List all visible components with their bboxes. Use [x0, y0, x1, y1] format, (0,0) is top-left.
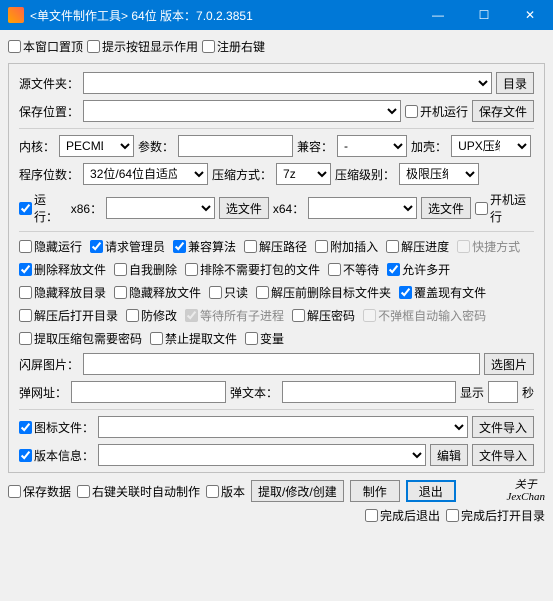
save-location-label: 保存位置：: [19, 103, 79, 120]
right-click-auto-check[interactable]: 右键关联时自动制作: [77, 483, 200, 500]
version-check[interactable]: 版本: [206, 483, 245, 500]
save-location-select[interactable]: [83, 100, 401, 122]
x86-select[interactable]: [106, 197, 215, 219]
allow-multi-check[interactable]: 允许多开: [387, 261, 450, 278]
program-bits-select[interactable]: 32位/64位自适应: [83, 163, 208, 185]
compat-label: 兼容：: [297, 138, 333, 155]
variable-check[interactable]: 变量: [245, 330, 284, 347]
icon-file-import-button[interactable]: 文件导入: [472, 416, 534, 438]
no-wait-check[interactable]: 不等待: [328, 261, 379, 278]
save-file-button[interactable]: 保存文件: [472, 100, 534, 122]
version-info-edit-button[interactable]: 编辑: [430, 444, 468, 466]
about-link[interactable]: 关于 JexChan: [507, 479, 545, 503]
pin-window-check[interactable]: 本窗口置顶: [8, 38, 83, 55]
run-autorun-check[interactable]: 开机运行: [475, 191, 534, 225]
version-info-check[interactable]: 版本信息：: [19, 447, 94, 464]
x64-select[interactable]: [308, 197, 417, 219]
popup-sec-label: 秒: [522, 384, 534, 401]
source-folder-select[interactable]: [83, 72, 492, 94]
wait-children-check: 等待所有子进程: [185, 307, 284, 324]
done-exit-check[interactable]: 完成后退出: [365, 507, 440, 524]
x64-select-file-button[interactable]: 选文件: [421, 197, 471, 219]
flash-input[interactable]: [83, 353, 480, 375]
version-info-select[interactable]: [98, 444, 426, 466]
popup-text-input[interactable]: [282, 381, 456, 403]
icon-file-check[interactable]: 图标文件：: [19, 419, 94, 436]
titlebar: <单文件制作工具> 64位 版本：7.0.2.3851 — ☐ ✕: [0, 0, 553, 30]
params-input[interactable]: [178, 135, 293, 157]
popup-url-label: 弹网址：: [19, 384, 67, 401]
readonly-check[interactable]: 只读: [209, 284, 248, 301]
popup-text-label: 弹文本：: [230, 384, 278, 401]
shell-label: 加壳：: [411, 138, 447, 155]
exclude-files-check[interactable]: 排除不需要打包的文件: [185, 261, 320, 278]
x64-label: x64：: [273, 200, 304, 217]
popup-show-label: 显示: [460, 384, 484, 401]
params-label: 参数：: [138, 138, 174, 155]
save-autorun-check[interactable]: 开机运行: [405, 103, 468, 120]
shell-select[interactable]: UPX压缩: [451, 135, 531, 157]
hide-release-file-check[interactable]: 隐藏释放文件: [114, 284, 201, 301]
unzip-path-check[interactable]: 解压路径: [244, 238, 307, 255]
compress-level-label: 压缩级别：: [335, 166, 395, 183]
exit-button[interactable]: 退出: [406, 480, 456, 502]
overwrite-existing-check[interactable]: 覆盖现有文件: [399, 284, 486, 301]
compress-mode-label: 压缩方式：: [212, 166, 272, 183]
request-admin-check[interactable]: 请求管理员: [90, 238, 165, 255]
run-check[interactable]: 运行：: [19, 191, 67, 225]
app-icon: [8, 7, 24, 23]
compat-algo-check[interactable]: 兼容算法: [173, 238, 236, 255]
popup-url-input[interactable]: [71, 381, 226, 403]
extract-need-pwd-check[interactable]: 提取压缩包需要密码: [19, 330, 142, 347]
forbid-extract-check[interactable]: 禁止提取文件: [150, 330, 237, 347]
compat-select[interactable]: -: [337, 135, 407, 157]
flash-select-img-button[interactable]: 选图片: [484, 353, 534, 375]
icon-file-select[interactable]: [98, 416, 468, 438]
version-info-import-button[interactable]: 文件导入: [472, 444, 534, 466]
no-popup-pwd-check: 不弹框自动输入密码: [363, 307, 486, 324]
source-folder-label: 源文件夹：: [19, 75, 79, 92]
compress-level-select[interactable]: 极限压缩: [399, 163, 479, 185]
x86-select-file-button[interactable]: 选文件: [219, 197, 269, 219]
x86-label: x86：: [71, 200, 102, 217]
hint-button-check[interactable]: 提示按钮显示作用: [87, 38, 198, 55]
make-button[interactable]: 制作: [350, 480, 400, 502]
maximize-button[interactable]: ☐: [461, 0, 507, 30]
window-title: <单文件制作工具> 64位 版本：7.0.2.3851: [30, 7, 415, 24]
options-group: 隐藏运行 请求管理员 兼容算法 解压路径 附加插入 解压进度 快捷方式 删除释放…: [19, 238, 534, 347]
popup-seconds-input[interactable]: [488, 381, 518, 403]
compress-mode-select[interactable]: 7z: [276, 163, 331, 185]
minimize-button[interactable]: —: [415, 0, 461, 30]
main-group: 源文件夹： 目录 保存位置： 开机运行 保存文件 内核： PECMD 参数： 兼…: [8, 63, 545, 473]
register-right-check[interactable]: 注册右键: [202, 38, 265, 55]
shortcut-check: 快捷方式: [457, 238, 520, 255]
done-open-dir-check[interactable]: 完成后打开目录: [446, 507, 545, 524]
source-folder-button[interactable]: 目录: [496, 72, 534, 94]
del-release-files-check[interactable]: 删除释放文件: [19, 261, 106, 278]
unzip-password-check[interactable]: 解压密码: [292, 307, 355, 324]
del-target-before-check[interactable]: 解压前删除目标文件夹: [256, 284, 391, 301]
hide-release-dir-check[interactable]: 隐藏释放目录: [19, 284, 106, 301]
hidden-run-check[interactable]: 隐藏运行: [19, 238, 82, 255]
open-dir-after-check[interactable]: 解压后打开目录: [19, 307, 118, 324]
self-delete-check[interactable]: 自我删除: [114, 261, 177, 278]
flash-label: 闪屏图片：: [19, 356, 79, 373]
save-data-check[interactable]: 保存数据: [8, 483, 71, 500]
close-button[interactable]: ✕: [507, 0, 553, 30]
extract-modify-create-button[interactable]: 提取/修改/创建: [251, 480, 344, 502]
core-select[interactable]: PECMD: [59, 135, 134, 157]
attach-plugin-check[interactable]: 附加插入: [315, 238, 378, 255]
anti-tamper-check[interactable]: 防修改: [126, 307, 177, 324]
program-bits-label: 程序位数：: [19, 166, 79, 183]
core-label: 内核：: [19, 138, 55, 155]
unzip-progress-check[interactable]: 解压进度: [386, 238, 449, 255]
